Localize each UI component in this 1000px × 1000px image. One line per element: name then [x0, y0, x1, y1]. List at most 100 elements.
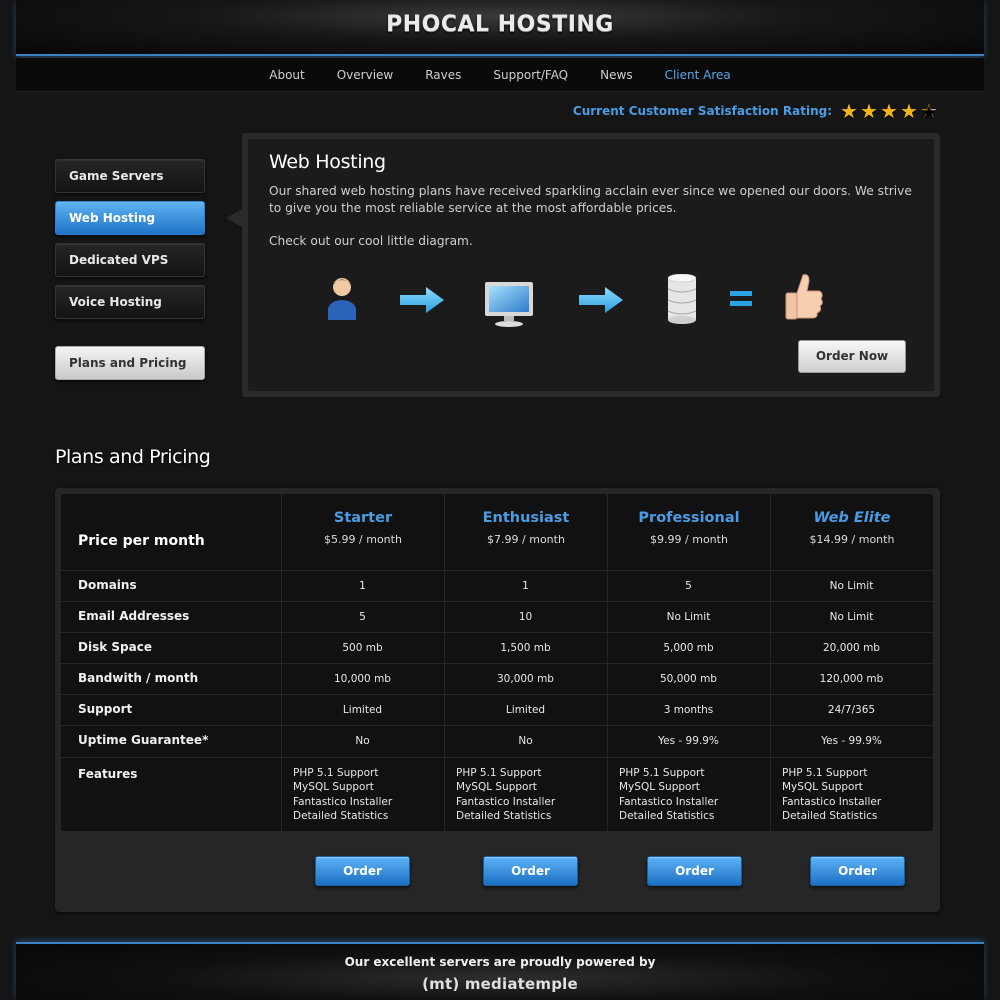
table-row-uptime-guarantee: Uptime Guarantee* No No Yes - 99.9% Yes … — [61, 725, 933, 756]
site-logo[interactable]: PHOCAL HOSTING — [386, 12, 614, 37]
sidebar-item-dedicated-vps[interactable]: Dedicated VPS — [55, 243, 205, 277]
plan-price: $9.99 / month — [650, 533, 728, 546]
star-icon: ★ — [860, 99, 878, 123]
table-cell: 5,000 mb — [663, 642, 714, 654]
site-footer: Our excellent servers are proudly powere… — [16, 942, 984, 1000]
plans-section-title: Plans and Pricing — [55, 446, 211, 468]
table-cell: No — [355, 735, 370, 747]
thumbs-up-icon — [785, 274, 823, 320]
database-icon — [667, 274, 697, 324]
panel-title: Web Hosting — [269, 151, 386, 173]
list-item: MySQL Support — [619, 781, 700, 794]
plan-header-professional: Professional $9.99 / month — [607, 494, 770, 570]
list-item: Fantastico Installer — [782, 795, 882, 808]
sidebar-item-web-hosting[interactable]: Web Hosting — [55, 201, 205, 235]
half-star-icon: ★ — [920, 101, 940, 121]
nav-about[interactable]: About — [269, 68, 304, 82]
list-item: MySQL Support — [456, 781, 537, 794]
table-cell: Limited — [342, 704, 383, 716]
table-cell: 1,500 mb — [500, 642, 551, 654]
table-cell: 50,000 mb — [660, 673, 717, 685]
table-cell: 1 — [359, 580, 366, 592]
order-starter-button[interactable]: Order — [315, 856, 410, 886]
order-professional-button[interactable]: Order — [647, 856, 742, 886]
diagram-caption: Check out our cool little diagram. — [269, 234, 473, 248]
footer-text: Our excellent servers are proudly powere… — [344, 955, 656, 969]
web-hosting-panel: Web Hosting Our shared web hosting plans… — [248, 139, 934, 391]
list-item: PHP 5.1 Support — [293, 767, 379, 779]
table-cell: Yes - 99.9% — [658, 735, 719, 747]
nav-support-faq[interactable]: Support/FAQ — [493, 68, 568, 82]
table-row-disk-space: Disk Space 500 mb 1,500 mb 5,000 mb 20,0… — [61, 632, 933, 663]
satisfaction-rating: Current Customer Satisfaction Rating: ★ … — [573, 100, 940, 122]
plan-name: Starter — [333, 510, 393, 526]
list-item: Detailed Statistics — [619, 810, 715, 823]
list-item: Fantastico Installer — [619, 795, 719, 808]
star-icon: ★ — [840, 99, 858, 123]
table-cell: No — [518, 735, 533, 747]
table-row-support: Support Limited Limited 3 months 24/7/36… — [61, 694, 933, 725]
table-cell: 10 — [518, 611, 533, 623]
table-cell: No Limit — [829, 611, 874, 623]
table-cell: Yes - 99.9% — [821, 735, 882, 747]
feature-list: PHP 5.1 Support MySQL Support Fantastico… — [293, 766, 392, 824]
plan-price: $7.99 / month — [487, 533, 565, 546]
list-item: Detailed Statistics — [293, 810, 389, 823]
row-label: Bandwith / month — [78, 671, 199, 685]
rating-stars: ★ ★ ★ ★ ★ — [840, 101, 940, 121]
price-per-month-label: Price per month — [78, 533, 205, 549]
list-item: Detailed Statistics — [782, 810, 878, 823]
plan-name: Web Elite — [813, 510, 891, 526]
table-cell: 20,000 mb — [823, 642, 880, 654]
user-icon — [328, 278, 356, 320]
feature-list: PHP 5.1 Support MySQL Support Fantastico… — [456, 766, 555, 824]
order-enthusiast-button[interactable]: Order — [483, 856, 578, 886]
equals-icon — [730, 291, 752, 306]
feature-list: PHP 5.1 Support MySQL Support Fantastico… — [619, 766, 718, 824]
plan-name: Enthusiast — [482, 510, 570, 526]
table-cell: 1 — [522, 580, 529, 592]
computer-monitor-icon — [485, 282, 533, 327]
feature-list: PHP 5.1 Support MySQL Support Fantastico… — [782, 766, 881, 824]
row-label: Support — [78, 702, 133, 716]
arrow-right-icon — [579, 287, 623, 313]
main-nav: About Overview Raves Support/FAQ News Cl… — [16, 58, 984, 92]
nav-client-area[interactable]: Client Area — [665, 68, 731, 82]
nav-news[interactable]: News — [600, 68, 632, 82]
order-now-button[interactable]: Order Now — [798, 340, 906, 373]
table-cell: 10,000 mb — [334, 673, 391, 685]
list-item: PHP 5.1 Support — [456, 767, 542, 779]
row-label: Domains — [78, 578, 137, 592]
plan-name: Professional — [638, 510, 740, 526]
row-label: Uptime Guarantee* — [78, 733, 209, 747]
table-cell: 5 — [359, 611, 366, 623]
mediatemple-logo[interactable]: (mt) mediatemple — [16, 975, 984, 993]
list-item: PHP 5.1 Support — [782, 767, 868, 779]
sidebar-item-plans-and-pricing[interactable]: Plans and Pricing — [55, 346, 205, 380]
star-icon: ★ — [880, 99, 898, 123]
table-cell: 3 months — [663, 704, 714, 716]
rating-label: Current Customer Satisfaction Rating: — [572, 104, 832, 118]
table-cell: 30,000 mb — [497, 673, 554, 685]
nav-overview[interactable]: Overview — [337, 68, 394, 82]
sidebar-item-game-servers[interactable]: Game Servers — [55, 159, 205, 193]
nav-raves[interactable]: Raves — [425, 68, 461, 82]
site-header: PHOCAL HOSTING — [16, 0, 984, 56]
plan-header-enthusiast: Enthusiast $7.99 / month — [444, 494, 607, 570]
table-row-domains: Domains 1 1 5 No Limit — [61, 570, 933, 601]
table-cell: 500 mb — [342, 642, 383, 654]
plan-header-web-elite: Web Elite $14.99 / month — [770, 494, 933, 570]
sidebar-item-voice-hosting[interactable]: Voice Hosting — [55, 285, 205, 319]
list-item: PHP 5.1 Support — [619, 767, 705, 779]
list-item: Detailed Statistics — [456, 810, 552, 823]
plan-price: $14.99 / month — [809, 533, 895, 546]
order-web-elite-button[interactable]: Order — [810, 856, 905, 886]
list-item: MySQL Support — [782, 781, 863, 794]
table-row-bandwidth: Bandwith / month 10,000 mb 30,000 mb 50,… — [61, 663, 933, 694]
row-label: Disk Space — [78, 640, 152, 654]
table-cell: 120,000 mb — [819, 673, 884, 685]
table-cell: No Limit — [666, 611, 711, 623]
panel-pointer — [226, 209, 242, 227]
plan-header-starter: Starter $5.99 / month — [281, 494, 444, 570]
arrow-right-icon — [400, 287, 444, 313]
